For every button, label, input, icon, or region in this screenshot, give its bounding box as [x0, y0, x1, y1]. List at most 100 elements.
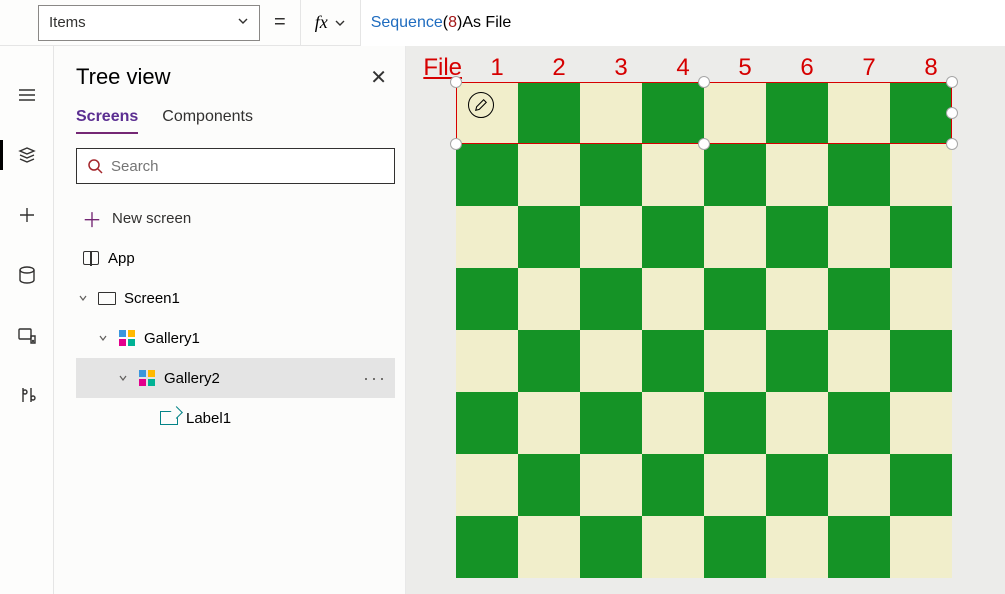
board-square: [766, 82, 828, 144]
board-square: [828, 268, 890, 330]
search-input[interactable]: [111, 158, 384, 175]
board-square: [580, 82, 642, 144]
media-rail-button[interactable]: [0, 316, 54, 354]
tree-node-app[interactable]: App: [76, 238, 395, 278]
board-square: [642, 516, 704, 578]
board-square: [580, 206, 642, 268]
tools-rail-button[interactable]: [0, 376, 54, 414]
tree-title: Tree view: [76, 64, 171, 90]
board-square: [456, 392, 518, 454]
tab-screens[interactable]: Screens: [76, 108, 138, 134]
tree-node-label1[interactable]: Label1: [76, 398, 395, 438]
column-ruler: File 1 2 3 4 5 6 7 8: [406, 54, 962, 82]
resize-handle[interactable]: [698, 138, 710, 150]
board-square: [890, 392, 952, 454]
board-square: [828, 392, 890, 454]
board-square: [828, 144, 890, 206]
hamburger-icon[interactable]: [0, 76, 54, 114]
board-square: [580, 392, 642, 454]
resize-handle[interactable]: [450, 76, 462, 88]
resize-handle[interactable]: [946, 76, 958, 88]
board-square: [890, 454, 952, 516]
insert-rail-button[interactable]: [0, 196, 54, 234]
formula-arg: 8: [448, 14, 457, 32]
data-rail-button[interactable]: [0, 256, 54, 294]
tree-node-label: App: [108, 250, 387, 267]
board-square: [704, 330, 766, 392]
board-square: [766, 144, 828, 206]
resize-handle[interactable]: [450, 138, 462, 150]
resize-handle[interactable]: [946, 107, 958, 119]
chevron-down-icon: [334, 17, 346, 29]
board-square: [828, 330, 890, 392]
close-icon[interactable]: ✕: [370, 65, 387, 90]
property-selector-value: Items: [49, 14, 86, 31]
board-square: [518, 268, 580, 330]
board-square: [890, 144, 952, 206]
board-square: [766, 516, 828, 578]
chevron-down-icon[interactable]: [96, 333, 110, 343]
chevron-down-icon[interactable]: [76, 293, 90, 303]
board-square: [828, 82, 890, 144]
property-selector[interactable]: Items: [38, 5, 260, 41]
resize-handle[interactable]: [946, 138, 958, 150]
board-square: [890, 268, 952, 330]
equals-sign: =: [274, 11, 286, 34]
chess-board: [456, 82, 952, 578]
gallery-icon: [118, 329, 136, 347]
board-square: [766, 454, 828, 516]
left-rail: [0, 46, 54, 594]
board-square: [828, 206, 890, 268]
board-square: [704, 206, 766, 268]
board-square: [580, 516, 642, 578]
formula-input[interactable]: Sequence ( 8 ) As File: [361, 0, 1005, 46]
board-square: [580, 268, 642, 330]
formula-bar: Items = fx Sequence ( 8 ) As File: [0, 0, 1005, 46]
board-square: [518, 454, 580, 516]
board-square: [766, 206, 828, 268]
tree-node-screen1[interactable]: Screen1: [76, 278, 395, 318]
board-square: [642, 454, 704, 516]
tree-node-label: Gallery1: [144, 330, 387, 347]
board-square: [642, 392, 704, 454]
resize-handle[interactable]: [698, 76, 710, 88]
board-square: [518, 206, 580, 268]
board-square: [766, 268, 828, 330]
board-square: [642, 268, 704, 330]
tree-view-rail-button[interactable]: [0, 136, 54, 174]
board-square: [642, 144, 704, 206]
board-square: [704, 454, 766, 516]
fx-icon: fx: [315, 12, 328, 33]
board-square: [518, 144, 580, 206]
tree-panel: Tree view ✕ Screens Components ＋ New scr…: [54, 46, 406, 594]
tree-node-label: Gallery2: [164, 370, 355, 387]
tree-node-gallery2[interactable]: Gallery2 ···: [76, 358, 395, 398]
ruler-col: 5: [714, 54, 776, 82]
tree-node-gallery1[interactable]: Gallery1: [76, 318, 395, 358]
more-icon[interactable]: ···: [363, 368, 387, 389]
app-icon: [82, 249, 100, 267]
formula-rest: As File: [462, 14, 511, 32]
board-square: [642, 330, 704, 392]
tree-search[interactable]: [76, 148, 395, 184]
plus-icon: ＋: [82, 204, 102, 233]
tab-components[interactable]: Components: [162, 108, 253, 134]
tree-node-label: Label1: [186, 410, 387, 427]
screen-icon: [98, 289, 116, 307]
board-square: [456, 268, 518, 330]
board-square: [890, 516, 952, 578]
board-square: [456, 454, 518, 516]
search-icon: [87, 158, 103, 174]
edit-pencil-button[interactable]: [468, 92, 494, 118]
board-square: [766, 330, 828, 392]
board-square: [518, 82, 580, 144]
tree-node-label: Screen1: [124, 290, 387, 307]
fx-button[interactable]: fx: [300, 0, 361, 46]
chevron-down-icon[interactable]: [116, 373, 130, 383]
board-square: [766, 392, 828, 454]
board-square: [704, 82, 766, 144]
new-screen-button[interactable]: ＋ New screen: [76, 198, 395, 238]
board-square: [456, 516, 518, 578]
canvas[interactable]: File 1 2 3 4 5 6 7 8: [406, 46, 1005, 594]
board-square: [890, 82, 952, 144]
